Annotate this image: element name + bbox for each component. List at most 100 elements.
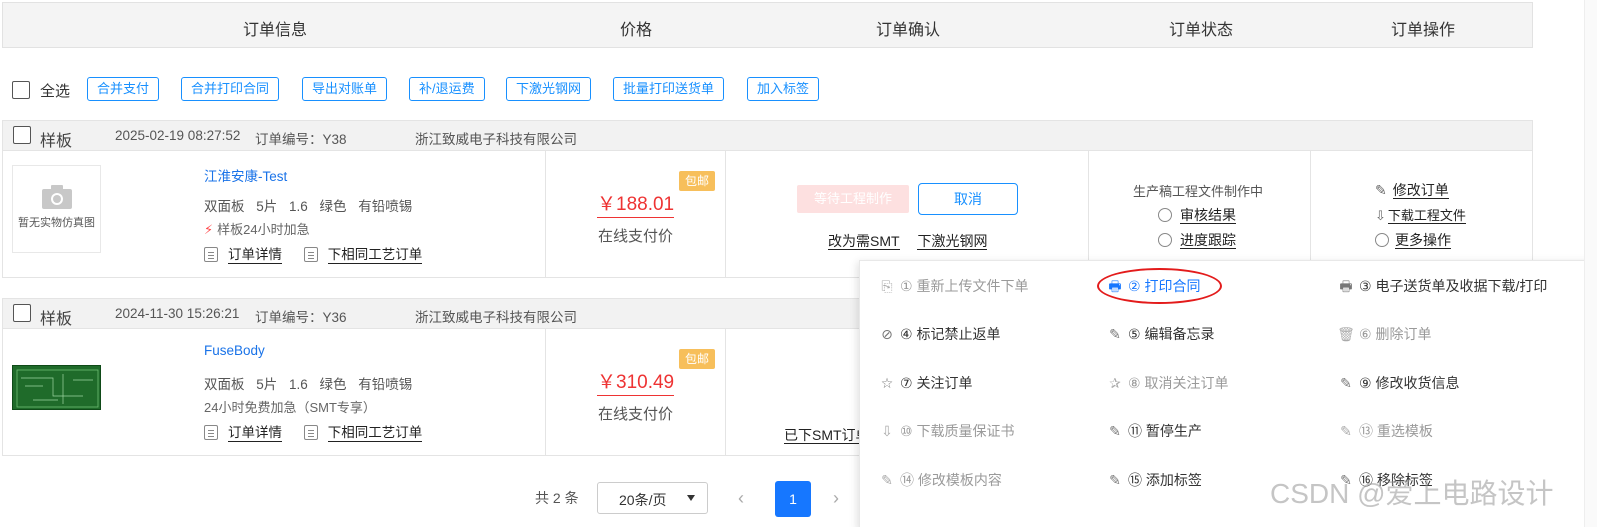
order-price: ￥310.49 [597, 367, 675, 396]
edit-memo-menu-item[interactable]: ✎ ⑤ 编辑备忘录 [1106, 324, 1214, 344]
order-number: 订单编号：Y38 [255, 132, 347, 147]
page-number-current[interactable]: 1 [775, 481, 811, 517]
modify-order-link[interactable]: 修改订单 [1392, 182, 1449, 199]
review-result-row: 审核结果 [1158, 205, 1236, 225]
trash-icon: 🗑 [1337, 326, 1355, 342]
laser-stencil-link[interactable]: 下激光钢网 [917, 233, 988, 250]
table-header: 订单信息 价格 订单确认 订单状态 订单操作 [2, 2, 1533, 48]
batch-print-delivery-button[interactable]: 批量打印送货单 [613, 77, 725, 101]
delete-order-menu-item[interactable]: 🗑 ⑥ 删除订单 [1337, 324, 1431, 344]
order-number: 订单编号：Y36 [255, 310, 347, 325]
menu-item-label: ⑨ 修改收货信息 [1359, 375, 1460, 391]
same-process-order-link[interactable]: 下相同工艺订单 [327, 247, 423, 264]
page-scrollbar[interactable] [1584, 0, 1597, 527]
menu-item-label: ③ 电子送货单及收据下载/打印 [1359, 278, 1548, 294]
unfollow-order-menu-item[interactable]: ✰ ⑧ 取消关注订单 [1106, 373, 1228, 393]
more-actions-link[interactable]: 更多操作 [1395, 232, 1451, 249]
pcb-render-image [12, 365, 101, 410]
edit-icon: ✎ [1109, 472, 1121, 488]
urgent-flag-text: 样板24小时加急 [217, 222, 310, 237]
product-name-link[interactable]: 江淮安康-Test [204, 165, 287, 185]
prev-page-button[interactable]: ‹ [738, 488, 744, 509]
edit-icon: ✎ [1340, 423, 1352, 439]
camera-icon [41, 185, 72, 209]
select-all-checkbox[interactable] [12, 81, 30, 99]
page-size-value: 20条/页 [619, 492, 667, 508]
menu-item-label: ⑧ 取消关注订单 [1128, 375, 1229, 391]
menu-item-label: ⑮ 添加标签 [1128, 472, 1202, 488]
no-image-caption: 暂无实物仿真图 [18, 217, 95, 229]
pagination-total: 共 2 条 [535, 490, 579, 506]
add-tag-menu-item[interactable]: ✎ ⑮ 添加标签 [1106, 470, 1202, 490]
document-icon [204, 425, 218, 440]
urgent-flag: ⚡ 样板24小时加急 [204, 219, 310, 238]
free-shipping-badge: 包邮 [679, 171, 715, 191]
menu-item-label: ⑭ 修改模板内容 [900, 472, 1002, 488]
reselect-template-menu-item[interactable]: ✎ ⑬ 重选模板 [1337, 421, 1433, 441]
delivery-note-menu-item[interactable]: 🖶 ③ 电子送货单及收据下载/打印 [1337, 276, 1547, 300]
order-checkbox[interactable] [13, 126, 31, 144]
order-info-cell: 暂无实物仿真图 江淮安康-Test 双面板 5片 1.6 绿色 有铅喷锡 ⚡ 样板… [3, 151, 546, 277]
export-statement-button[interactable]: 导出对账单 [302, 77, 388, 101]
edit-shipping-menu-item[interactable]: ✎ ⑨ 修改收货信息 [1337, 373, 1459, 393]
product-thumbnail: 暂无实物仿真图 [12, 165, 101, 253]
confirm-cell [726, 151, 1089, 277]
menu-item-label: ⑦ 关注订单 [900, 375, 973, 391]
next-page-button[interactable]: › [833, 488, 839, 509]
order-company: 浙江致威电子科技有限公司 [415, 310, 577, 325]
pcb-traces [16, 369, 99, 408]
mark-no-reorder-menu-item[interactable]: ⊘ ④ 标记禁止返单 [878, 324, 1000, 344]
review-result-link[interactable]: 审核结果 [1180, 207, 1236, 224]
waiting-engineering-button: 等待工程制作 [797, 185, 909, 213]
annotation-circle [1097, 268, 1222, 304]
order-links: 订单详情 下相同工艺订单 [204, 243, 423, 264]
pay-method: 在线支付价 [598, 406, 674, 423]
refund-shipping-button[interactable]: 补/退运费 [409, 77, 485, 101]
progress-tracking-link[interactable]: 进度跟踪 [1180, 232, 1236, 249]
pause-production-menu-item[interactable]: ✎ ⑪ 暂停生产 [1106, 421, 1202, 441]
order-price: ￥188.01 [597, 189, 675, 218]
laser-stencil-button[interactable]: 下激光钢网 [506, 77, 592, 101]
merge-pay-button[interactable]: 合并支付 [87, 77, 160, 101]
star-icon: ☆ [880, 375, 894, 391]
caret-down-icon [687, 495, 695, 501]
order-checkbox[interactable] [13, 304, 31, 322]
page-size-select[interactable]: 20条/页 [597, 482, 708, 514]
follow-order-menu-item[interactable]: ☆ ⑦ 关注订单 [878, 373, 973, 393]
add-tag-button[interactable]: 加入标签 [747, 77, 820, 101]
more-actions-row: 更多操作 [1375, 230, 1451, 250]
free-shipping-badge: 包邮 [679, 349, 715, 369]
header-confirm: 订单确认 [876, 22, 941, 39]
product-name-link[interactable]: FuseBody [204, 343, 265, 358]
cancel-button[interactable]: 取消 [918, 183, 1018, 215]
header-price: 价格 [620, 22, 653, 39]
pen-icon: ✎ [1375, 182, 1387, 198]
check-circle-icon [1158, 208, 1172, 222]
menu-item-label: ⑩ 下载质量保证书 [900, 423, 1015, 439]
document-icon [204, 247, 218, 262]
order-body: 暂无实物仿真图 江淮安康-Test 双面板 5片 1.6 绿色 有铅喷锡 ⚡ 样板… [2, 150, 1533, 278]
bulk-toolbar: 全选 合并支付 合并打印合同 导出对账单 补/退运费 下激光钢网 批量打印送货单… [12, 76, 912, 102]
menu-item-label: ① 重新上传文件下单 [900, 278, 1029, 294]
more-circle-icon [1375, 233, 1389, 247]
smt-ordered-text: 已下SMT订单 [784, 427, 870, 444]
edit-template-menu-item[interactable]: ✎ ⑭ 修改模板内容 [878, 470, 1002, 490]
change-to-smt-link[interactable]: 改为需SMT [828, 233, 900, 250]
pen-icon: ✎ [1340, 375, 1352, 391]
reupload-menu-item[interactable]: ⎘ ① 重新上传文件下单 [878, 276, 1028, 296]
order-company: 浙江致威电子科技有限公司 [415, 132, 577, 147]
header-order-info: 订单信息 [243, 22, 308, 39]
merge-print-contract-button[interactable]: 合并打印合同 [181, 77, 280, 101]
menu-item-label: ④ 标记禁止返单 [900, 326, 1001, 342]
order-detail-link[interactable]: 订单详情 [228, 247, 282, 264]
edit-icon: ✎ [1109, 423, 1121, 439]
download-certificate-menu-item[interactable]: ⇩ ⑩ 下载质量保证书 [878, 421, 1014, 441]
download-engineering-files-link[interactable]: 下载工程文件 [1387, 208, 1466, 224]
edit-icon: ✎ [1109, 326, 1121, 342]
confirm-links: 改为需SMT 下激光钢网 [828, 231, 1001, 251]
order-links: 订单详情 下相同工艺订单 [204, 421, 423, 442]
same-process-order-link[interactable]: 下相同工艺订单 [327, 425, 423, 442]
menu-item-label: ⑪ 暂停生产 [1128, 423, 1202, 439]
download-icon: ⇩ [881, 423, 893, 439]
order-detail-link[interactable]: 订单详情 [228, 425, 282, 442]
